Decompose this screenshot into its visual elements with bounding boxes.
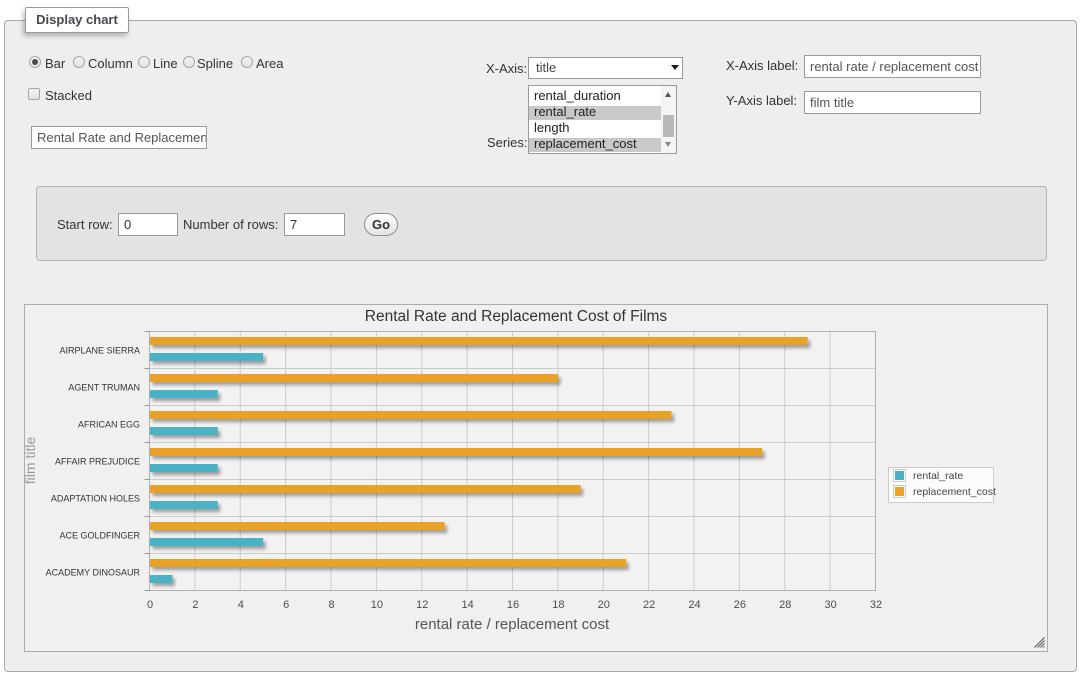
svg-text:22: 22: [643, 599, 655, 611]
svg-text:12: 12: [416, 599, 428, 611]
svg-text:6: 6: [283, 599, 289, 611]
svg-text:ACADEMY DINOSAUR: ACADEMY DINOSAUR: [46, 568, 141, 578]
svg-text:ADAPTATION HOLES: ADAPTATION HOLES: [51, 494, 140, 504]
svg-text:AFRICAN EGG: AFRICAN EGG: [78, 420, 140, 430]
svg-text:26: 26: [734, 599, 746, 611]
svg-text:rental rate / replacement cost: rental rate / replacement cost: [415, 616, 610, 633]
svg-text:replacement_cost: replacement_cost: [913, 486, 996, 498]
svg-text:28: 28: [779, 599, 791, 611]
svg-text:AIRPLANE SIERRA: AIRPLANE SIERRA: [59, 346, 140, 356]
svg-text:8: 8: [328, 599, 334, 611]
svg-text:20: 20: [598, 599, 610, 611]
svg-text:Rental Rate and Replacement Co: Rental Rate and Replacement Cost of Film…: [365, 308, 668, 325]
svg-text:32: 32: [870, 599, 882, 611]
svg-text:ACE GOLDFINGER: ACE GOLDFINGER: [59, 531, 140, 541]
svg-text:14: 14: [462, 599, 474, 611]
svg-text:10: 10: [371, 599, 383, 611]
svg-text:30: 30: [825, 599, 837, 611]
svg-text:2: 2: [192, 599, 198, 611]
svg-text:rental_rate: rental_rate: [913, 470, 963, 482]
svg-text:24: 24: [688, 599, 700, 611]
svg-text:18: 18: [552, 599, 564, 611]
svg-text:AFFAIR PREJUDICE: AFFAIR PREJUDICE: [55, 457, 140, 467]
svg-text:4: 4: [238, 599, 244, 611]
svg-text:16: 16: [507, 599, 519, 611]
svg-text:0: 0: [147, 599, 153, 611]
svg-text:AGENT TRUMAN: AGENT TRUMAN: [68, 383, 140, 393]
svg-text:film title: film title: [25, 437, 38, 485]
